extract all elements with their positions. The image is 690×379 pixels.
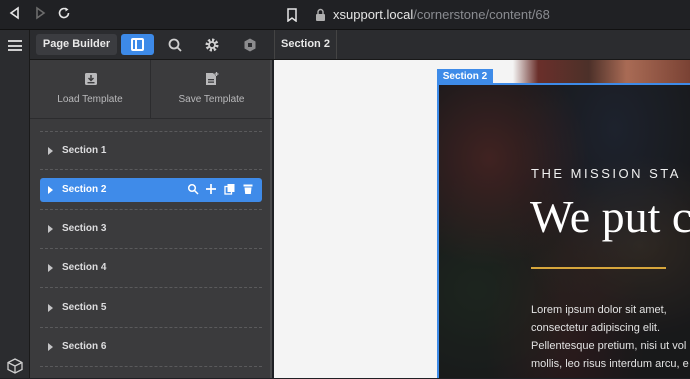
section-label: Section 1	[62, 145, 107, 156]
divider	[40, 366, 262, 367]
search-icon[interactable]	[187, 183, 199, 195]
load-template-label: Load Template	[57, 94, 123, 105]
layout-panel: Load Template Save Template Section 1 Se…	[30, 60, 272, 378]
trash-icon[interactable]	[242, 183, 254, 195]
divider	[40, 169, 262, 170]
section-tag[interactable]: Section 2	[437, 69, 493, 84]
layout-icon	[131, 38, 144, 51]
divider	[40, 248, 262, 249]
expand-arrow-icon[interactable]	[48, 186, 53, 194]
save-template-button[interactable]: Save Template	[151, 60, 272, 119]
save-template-label: Save Template	[178, 94, 245, 105]
section-row-3[interactable]: Section 3	[40, 217, 262, 241]
divider	[40, 209, 262, 210]
hero-kicker: THE MISSION STA	[531, 166, 681, 181]
expand-arrow-icon[interactable]	[48, 304, 53, 312]
hero-body-text: Lorem ipsum dolor sit amet, consectetur …	[531, 304, 689, 370]
section-label: Section 3	[62, 223, 107, 234]
left-rail	[0, 30, 30, 378]
url-path: /cornerstone/content/68	[413, 7, 550, 22]
load-template-button[interactable]: Load Template	[30, 60, 151, 119]
forward-icon[interactable]	[31, 6, 49, 24]
page-builder-button[interactable]: Page Builder	[36, 34, 117, 55]
section-row-6[interactable]: Section 6	[40, 335, 262, 359]
builder-toolbar: Page Builder Section 2	[30, 30, 690, 60]
url-host: xsupport.local	[333, 7, 414, 22]
hero-divider	[531, 267, 666, 269]
cube-icon[interactable]	[6, 358, 24, 374]
add-icon[interactable]	[205, 183, 217, 195]
hero-headline: We put c	[530, 191, 690, 242]
divider	[40, 327, 262, 328]
download-icon	[85, 73, 97, 85]
section-label: Section 2	[62, 184, 107, 195]
address-bar[interactable]: xsupport.local/cornerstone/content/68	[333, 7, 550, 22]
layout-button[interactable]	[121, 34, 154, 55]
divider	[40, 131, 262, 132]
expand-arrow-icon[interactable]	[48, 147, 53, 155]
breadcrumb[interactable]: Section 2	[274, 30, 337, 59]
section-row-1[interactable]: Section 1	[40, 139, 262, 163]
browser-toolbar: xsupport.local/cornerstone/content/68	[0, 0, 690, 30]
bookmark-icon[interactable]	[286, 8, 298, 23]
menu-icon[interactable]	[8, 40, 22, 51]
hexagon-icon[interactable]	[242, 37, 258, 53]
section-label: Section 5	[62, 302, 107, 313]
section-label: Section 4	[62, 262, 107, 273]
reload-icon[interactable]	[55, 6, 73, 24]
expand-arrow-icon[interactable]	[48, 264, 53, 272]
preview-canvas[interactable]: Section 2 THE MISSION STA We put c Lorem…	[274, 60, 690, 378]
gear-icon[interactable]	[204, 37, 220, 53]
search-icon[interactable]	[167, 37, 183, 53]
section-row-4[interactable]: Section 4	[40, 256, 262, 280]
expand-arrow-icon[interactable]	[48, 343, 53, 351]
divider	[40, 287, 262, 288]
section-row-5[interactable]: Section 5	[40, 296, 262, 320]
row-tools	[185, 183, 254, 197]
add-document-icon	[206, 72, 219, 85]
expand-arrow-icon[interactable]	[48, 225, 53, 233]
lock-icon	[315, 8, 326, 21]
section-label: Section 6	[62, 341, 107, 352]
section-row-2[interactable]: Section 2	[40, 178, 262, 202]
duplicate-icon[interactable]	[223, 183, 236, 195]
hero-section[interactable]: THE MISSION STA We put c Lorem ipsum dol…	[437, 83, 690, 378]
back-icon[interactable]	[6, 6, 24, 24]
